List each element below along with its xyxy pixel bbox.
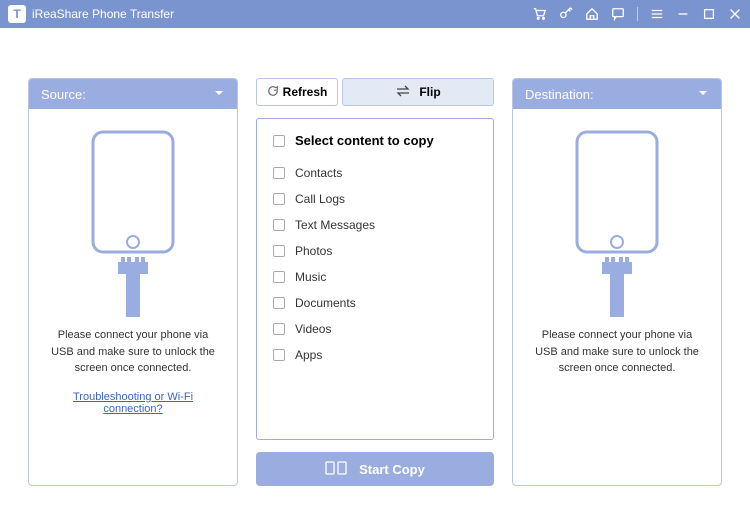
item-label: Photos	[295, 244, 332, 258]
item-checkbox[interactable]	[273, 167, 285, 179]
item-label: Videos	[295, 322, 331, 336]
start-copy-icon	[325, 461, 347, 478]
item-checkbox[interactable]	[273, 349, 285, 361]
source-panel: Source: Please connect your phone via US…	[28, 78, 238, 486]
app-title: iReaShare Phone Transfer	[32, 7, 174, 21]
content-item: Text Messages	[273, 212, 477, 238]
item-label: Documents	[295, 296, 356, 310]
chevron-down-icon	[213, 87, 225, 102]
minimize-icon[interactable]	[676, 7, 690, 21]
troubleshoot-link[interactable]: Troubleshooting or Wi-Fi connection?	[45, 391, 221, 415]
refresh-icon	[267, 85, 279, 100]
item-checkbox[interactable]	[273, 323, 285, 335]
content-item: Call Logs	[273, 186, 477, 212]
content-item: Videos	[273, 316, 477, 342]
chevron-down-icon	[697, 87, 709, 102]
menu-icon[interactable]	[650, 7, 664, 21]
destination-connect-text: Please connect your phone via USB and ma…	[529, 327, 705, 377]
item-checkbox[interactable]	[273, 297, 285, 309]
source-panel-header[interactable]: Source:	[29, 79, 237, 109]
destination-panel: Destination: Please connect your phone v…	[512, 78, 722, 486]
select-all-label: Select content to copy	[295, 133, 434, 148]
item-checkbox[interactable]	[273, 271, 285, 283]
content-item: Photos	[273, 238, 477, 264]
flip-label: Flip	[419, 85, 440, 99]
item-label: Contacts	[295, 166, 342, 180]
item-label: Call Logs	[295, 192, 345, 206]
item-label: Text Messages	[295, 218, 375, 232]
maximize-icon[interactable]	[702, 7, 716, 21]
item-checkbox[interactable]	[273, 245, 285, 257]
refresh-label: Refresh	[283, 85, 328, 99]
select-all-checkbox[interactable]	[273, 135, 285, 147]
content-item: Apps	[273, 342, 477, 368]
destination-label: Destination:	[525, 87, 594, 102]
item-checkbox[interactable]	[273, 219, 285, 231]
cart-icon[interactable]	[533, 7, 547, 21]
start-copy-label: Start Copy	[359, 462, 425, 477]
start-copy-button[interactable]: Start Copy	[256, 452, 494, 486]
phone-illustration	[68, 127, 198, 317]
content-item: Documents	[273, 290, 477, 316]
key-icon[interactable]	[559, 7, 573, 21]
separator	[637, 7, 638, 21]
titlebar: T iReaShare Phone Transfer	[0, 0, 750, 28]
item-label: Music	[295, 270, 326, 284]
home-icon[interactable]	[585, 7, 599, 21]
flip-icon	[395, 85, 411, 100]
close-icon[interactable]	[728, 7, 742, 21]
feedback-icon[interactable]	[611, 7, 625, 21]
flip-button[interactable]: Flip	[342, 78, 494, 106]
destination-panel-header[interactable]: Destination:	[513, 79, 721, 109]
content-item: Music	[273, 264, 477, 290]
phone-illustration	[552, 127, 682, 317]
content-selection-box: Select content to copy Contacts Call Log…	[256, 118, 494, 440]
item-checkbox[interactable]	[273, 193, 285, 205]
source-label: Source:	[41, 87, 86, 102]
app-logo: T	[8, 5, 26, 23]
item-label: Apps	[295, 348, 322, 362]
content-item: Contacts	[273, 160, 477, 186]
refresh-button[interactable]: Refresh	[256, 78, 338, 106]
source-connect-text: Please connect your phone via USB and ma…	[45, 327, 221, 377]
